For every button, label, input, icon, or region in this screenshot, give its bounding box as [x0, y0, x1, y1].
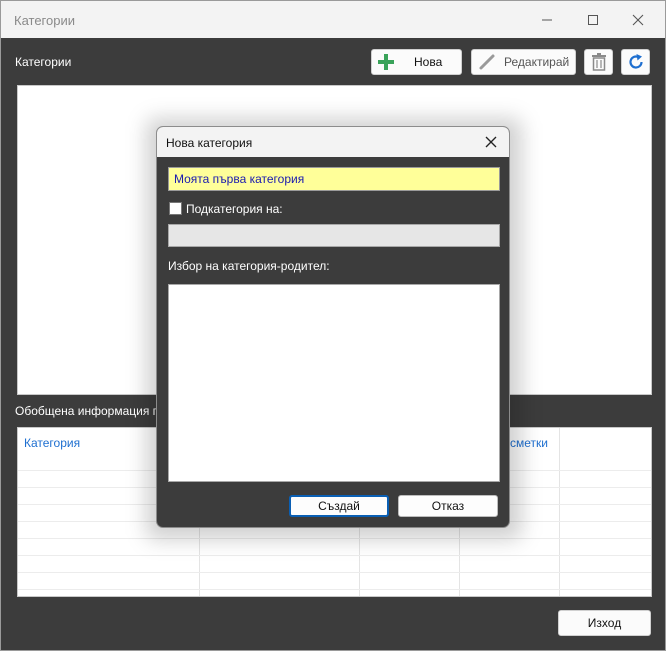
table-row	[18, 572, 651, 573]
refresh-button[interactable]	[621, 49, 650, 75]
cancel-button[interactable]: Отказ	[398, 495, 498, 517]
new-button[interactable]: Нова	[371, 49, 462, 75]
parent-select-label: Избор на категория-родител:	[168, 259, 330, 273]
parent-category-list[interactable]	[168, 284, 500, 482]
dialog-close-button[interactable]	[481, 132, 501, 152]
table-row	[18, 589, 651, 590]
minimize-button[interactable]	[532, 7, 562, 33]
maximize-icon	[588, 15, 598, 25]
minimize-icon	[542, 19, 552, 21]
create-button[interactable]: Създай	[289, 495, 389, 517]
new-button-label: Нова	[414, 55, 443, 69]
close-icon	[632, 14, 644, 26]
category-name-input[interactable]	[168, 167, 500, 191]
refresh-icon	[628, 54, 643, 69]
trash-icon	[591, 53, 606, 71]
grid-col-divider	[559, 428, 560, 596]
subcategory-label: Подкатегория на:	[186, 202, 283, 216]
table-row	[18, 555, 651, 556]
close-icon	[485, 136, 497, 148]
exit-button[interactable]: Изход	[558, 610, 651, 636]
dialog-title-bar: Нова категория	[157, 127, 509, 157]
edit-button-label: Редактирай	[504, 55, 570, 69]
subcategory-checkbox[interactable]	[169, 202, 182, 215]
maximize-button[interactable]	[578, 7, 608, 33]
title-bar: Категории	[1, 1, 665, 38]
pencil-icon	[479, 54, 495, 70]
new-category-dialog: Нова категория Подкатегория на: Избор на…	[156, 126, 510, 528]
edit-button[interactable]: Редактирай	[471, 49, 576, 75]
dialog-title: Нова категория	[166, 136, 253, 150]
close-button[interactable]	[623, 7, 653, 33]
column-header-category[interactable]: Категория	[24, 436, 80, 450]
delete-button[interactable]	[584, 49, 613, 75]
parent-category-field[interactable]	[168, 224, 500, 247]
categories-label: Категории	[15, 55, 72, 69]
plus-icon	[378, 54, 394, 70]
window-title: Категории	[14, 13, 75, 28]
